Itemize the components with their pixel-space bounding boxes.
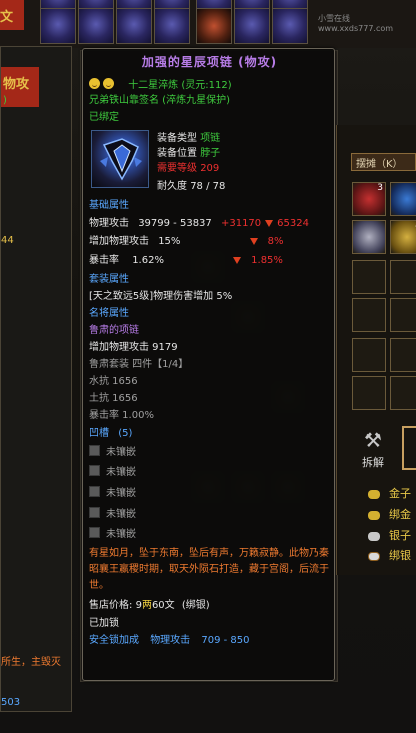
currency-bound-gold: 绑金 [368, 506, 416, 525]
decompose-label: 拆解 [362, 456, 384, 469]
star-line: 十二星淬炼 (灵元:112) [89, 78, 232, 93]
general-item-name: 鲁肃的项链 [89, 325, 139, 336]
right-slot[interactable]: 4 [390, 220, 416, 254]
decompose-button[interactable]: ⚒ 拆解 [356, 428, 390, 470]
right-slot[interactable] [390, 260, 416, 294]
smiley-icon [103, 78, 114, 89]
item-lore: 有星如月，坠于东南，坠后有声，万籁寂静。此物乃秦昭襄王嬴稷时期，取天外陨石打造，… [89, 548, 329, 591]
water-resist: 水抗 1656 [89, 376, 138, 387]
coin-icon [368, 531, 380, 541]
crit-set: 暴击率 1.00% [89, 410, 154, 421]
top-slot[interactable] [196, 8, 232, 44]
socket-box-icon [89, 465, 100, 476]
coin-icon [368, 489, 380, 499]
right-slot[interactable] [352, 260, 386, 294]
left-title-2: 文 [0, 10, 14, 25]
stall-tab[interactable]: 摆摊（K） [351, 153, 416, 171]
top-slot[interactable] [234, 8, 270, 44]
down-arrow-icon [265, 220, 274, 227]
socket-slot: 未镶嵌 [89, 465, 136, 480]
set-attr-header: 套装属性 [89, 274, 129, 285]
refine-signature: 兄弟铁山靠签名 (淬炼九星保护) [89, 95, 230, 106]
right-slot[interactable] [390, 298, 416, 332]
down-arrow-icon [233, 257, 242, 264]
right-slot[interactable]: 3 [352, 182, 386, 216]
general-set: 鲁肃套装 四件【1/4】 [89, 359, 189, 370]
base-attr-header: 基础属性 [89, 200, 129, 211]
safe-lock-row: 安全锁加成 物理攻击 709 - 850 [89, 635, 250, 646]
right-slot[interactable] [390, 182, 416, 216]
crit-row: 暴击率 1.62% 1.85% [89, 255, 283, 266]
set-effect: [天之致远5级]物理伤害增加 5% [89, 291, 233, 302]
item-tooltip: 加强的星辰项链 (物攻) 十二星淬炼 (灵元:112) 兄弟铁山靠签名 (淬炼九… [82, 48, 335, 681]
right-slot[interactable] [352, 376, 386, 410]
bound-status: 已绑定 [89, 112, 119, 123]
currency-bound-silver: 绑银 [368, 547, 416, 566]
left-bracket: ) [3, 95, 7, 106]
top-slot[interactable] [272, 8, 308, 44]
required-level-row: 需要等级 209 [157, 163, 220, 174]
earth-resist: 土抗 1656 [89, 393, 138, 404]
socket-slot: 未镶嵌 [89, 527, 136, 542]
top-slot[interactable] [116, 8, 152, 44]
smiley-icon [89, 78, 100, 89]
right-slot[interactable] [352, 338, 386, 372]
coin-icon [368, 510, 380, 520]
general-attr-header: 名将属性 [89, 308, 129, 319]
watermark: 小雪在线 www.xxds777.com [318, 14, 394, 33]
coin-icon [368, 551, 380, 561]
star-refine-text: 十二星淬炼 (灵元:112) [128, 80, 232, 91]
right-slot[interactable] [352, 298, 386, 332]
top-inventory-strip: 小雪在线 www.xxds777.com [0, 0, 416, 48]
item-title: 加强的星辰项链 (物攻) [141, 55, 278, 69]
currency-silver: 银子 [368, 527, 416, 546]
add-attack-row: 增加物理攻击 15% 8% [89, 236, 284, 247]
left-bottom-number: 503 [1, 697, 21, 708]
equip-slot-row: 装备位置 脖子 [157, 148, 221, 159]
socket-slot: 未镶嵌 [89, 445, 136, 460]
left-title-1: 物攻 [3, 77, 30, 92]
socket-box-icon [89, 527, 100, 538]
general-attack: 增加物理攻击 9179 [89, 342, 178, 353]
socket-box-icon [89, 507, 100, 518]
necklace-icon [91, 130, 149, 188]
right-slot[interactable] [390, 376, 416, 410]
right-slot[interactable] [390, 338, 416, 372]
sell-price-row: 售店价格: 9两60文 (绑银) [89, 600, 210, 611]
top-slot[interactable] [154, 8, 190, 44]
socket-slot: 未镶嵌 [89, 486, 136, 501]
top-slot[interactable] [40, 8, 76, 44]
down-arrow-icon [249, 238, 258, 245]
left-story-fragment: 所生，主毁灭 [1, 657, 61, 668]
right-frame [402, 426, 416, 470]
socket-box-icon [89, 445, 100, 456]
right-slot[interactable] [352, 220, 386, 254]
top-slot[interactable] [78, 8, 114, 44]
locked-status: 已加锁 [89, 618, 119, 629]
durability-row: 耐久度 78 / 78 [157, 181, 226, 192]
socket-header: 凹槽 (5) [89, 428, 133, 439]
left-panel: 物攻 ) 44 所生，主毁灭 503 [0, 46, 72, 712]
currency-gold: 金子 [368, 485, 416, 504]
left-number: 44 [1, 235, 14, 246]
equip-type-row: 装备类型 项链 [157, 133, 221, 144]
socket-box-icon [89, 486, 100, 497]
socket-slot: 未镶嵌 [89, 507, 136, 522]
hammer-icon: ⚒ [364, 428, 382, 452]
phys-attack-row: 物理攻击 39799 - 53837 +31170 65324 [89, 218, 309, 229]
